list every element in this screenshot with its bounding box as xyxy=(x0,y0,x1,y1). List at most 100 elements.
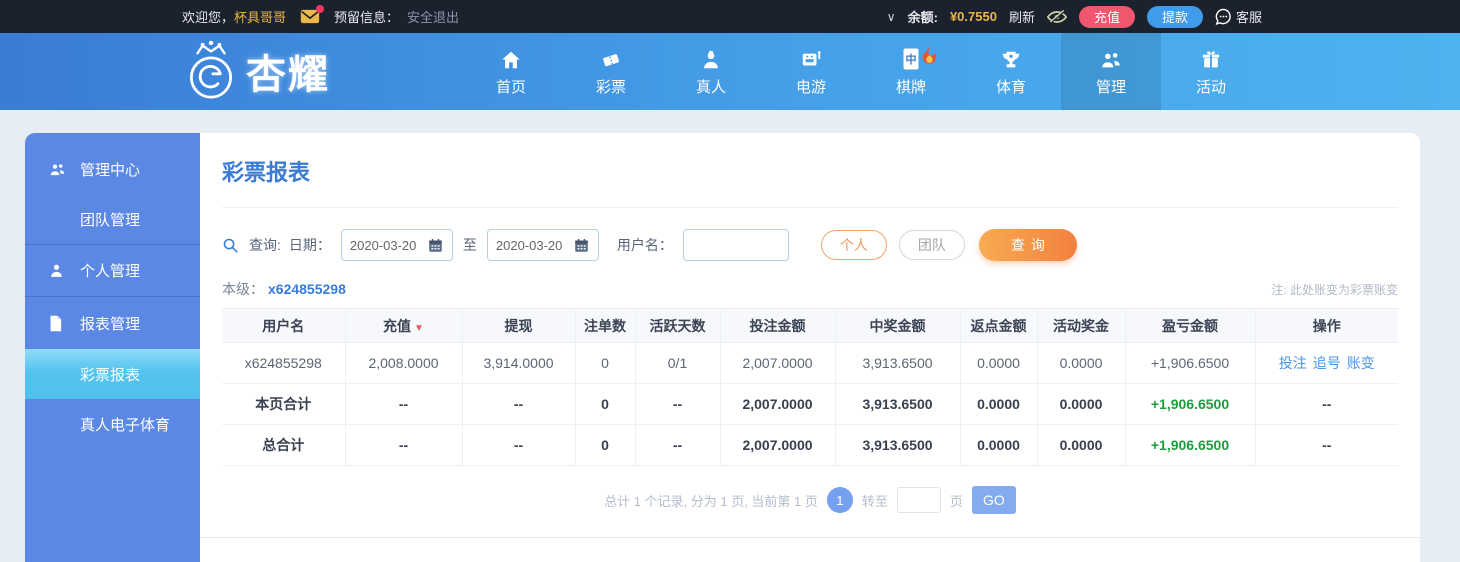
table-header-row: 用户名 充值 ▼ 提现 注单数 活跃天数 投注金额 中奖金额 返点金额 活动奖金 … xyxy=(222,308,1398,343)
mail-icon[interactable] xyxy=(300,5,325,24)
calendar-icon[interactable] xyxy=(574,238,589,253)
sort-desc-icon: ▼ xyxy=(414,322,424,334)
team-filter-button[interactable]: 团队 xyxy=(898,230,965,260)
cell-active-days: 0/1 xyxy=(634,342,720,384)
pagination-summary: 总计 1 个记录, 分为 1 页, 当前第 1 页 xyxy=(604,493,818,509)
search-icon xyxy=(222,237,239,254)
cell: 0.0000 xyxy=(959,424,1037,466)
nav-item-lottery[interactable]: 彩票 xyxy=(561,33,661,110)
pagination: 总计 1 个记录, 分为 1 页, 当前第 1 页 1 转至 页 GO xyxy=(222,486,1398,514)
sidebar-item-personal-manage[interactable]: 个人管理 xyxy=(25,245,200,297)
date-to-field[interactable] xyxy=(486,229,599,261)
balance-label: 余额: xyxy=(907,10,938,25)
slot-machine-icon xyxy=(799,47,823,71)
username-label: 用户名： xyxy=(616,237,673,253)
ticket-icon xyxy=(599,47,623,71)
cell: 2,007.0000 xyxy=(719,424,835,466)
cell: -- xyxy=(344,383,462,425)
cell-rebate: 0.0000 xyxy=(959,342,1037,384)
chase-number-link[interactable]: 追号 xyxy=(1313,355,1341,371)
sidebar-item-label: 管理中心 xyxy=(80,161,141,179)
date-from-field[interactable] xyxy=(340,229,453,261)
refresh-link[interactable]: 刷新 xyxy=(1009,7,1035,26)
table-row-user: x624855298 2,008.0000 3,914.0000 0 0/1 2… xyxy=(222,342,1398,384)
nav-item-label: 彩票 xyxy=(595,78,626,96)
account-change-link[interactable]: 账变 xyxy=(1347,355,1375,371)
goto-label: 转至 xyxy=(861,493,888,509)
cell-label: 本页合计 xyxy=(222,383,345,425)
flame-icon xyxy=(921,45,938,64)
search-button[interactable]: 查询 xyxy=(978,229,1077,261)
nav-item-manage[interactable]: 管理 xyxy=(1061,33,1161,110)
sidebar-item-manage-center[interactable]: 管理中心 xyxy=(25,143,200,195)
goto-page-input[interactable] xyxy=(896,487,941,513)
sidebar-item-label: 彩票报表 xyxy=(80,366,141,384)
balance-value: ¥0.7550 xyxy=(949,9,997,24)
cell-username: x624855298 xyxy=(222,342,345,384)
cell: -- xyxy=(634,424,720,466)
cell: 0 xyxy=(574,424,635,466)
nav-item-boardgames[interactable]: 中 棋牌 xyxy=(861,33,961,110)
top-bar-left: 欢迎您， 杯具哥哥 预留信息： 安全退出 xyxy=(182,5,459,26)
nav-item-live[interactable]: 真人 xyxy=(661,33,761,110)
nav-item-home[interactable]: 首页 xyxy=(461,33,561,110)
eye-slash-icon[interactable] xyxy=(1046,9,1067,24)
cell: 2,007.0000 xyxy=(719,383,835,425)
username[interactable]: 杯具哥哥 xyxy=(234,7,286,26)
cell-win-amount: 3,913.6500 xyxy=(834,342,960,384)
account-change-note: 注: 此处账变为彩票账变 xyxy=(1271,282,1398,297)
svg-text:中: 中 xyxy=(906,52,917,66)
nav-item-label: 真人 xyxy=(695,78,726,96)
chevron-down-icon[interactable]: ∨ xyxy=(887,10,896,24)
content-card: 彩票报表 查询: 日期： 至 用户名： 个人 团队 查询 本级： x624855… xyxy=(200,133,1420,562)
customer-service-link[interactable]: 客服 xyxy=(1215,7,1262,26)
header-rebate-amount: 返点金额 xyxy=(959,308,1037,343)
calendar-icon[interactable] xyxy=(428,238,443,253)
cell: 3,913.6500 xyxy=(834,424,960,466)
sidebar-item-team-manage[interactable]: 团队管理 xyxy=(25,195,200,245)
date-label: 日期： xyxy=(288,237,331,253)
nav-item-label: 体育 xyxy=(995,78,1026,96)
cell-operations: 投注 追号 账变 xyxy=(1254,342,1398,384)
sidebar-item-live-esports[interactable]: 真人电子体育 xyxy=(25,399,200,449)
mahjong-icon: 中 xyxy=(901,47,921,71)
logout-link[interactable]: 安全退出 xyxy=(407,7,459,26)
date-to-input[interactable] xyxy=(495,237,574,253)
nav-item-activity[interactable]: 活动 xyxy=(1161,33,1261,110)
cell: 0 xyxy=(574,383,635,425)
top-bar: 欢迎您， 杯具哥哥 预留信息： 安全退出 ∨ 余额: ¥0.7550 刷新 充值 … xyxy=(0,0,1460,33)
sidebar-item-label: 真人电子体育 xyxy=(80,416,171,434)
sidebar-item-label: 报表管理 xyxy=(80,315,141,333)
document-icon xyxy=(48,315,68,332)
logo[interactable]: 杏耀 xyxy=(182,39,330,103)
date-from-input[interactable] xyxy=(349,237,428,253)
withdraw-button[interactable]: 提款 xyxy=(1146,5,1203,28)
divider xyxy=(222,207,1398,208)
username-input[interactable] xyxy=(682,229,789,261)
header-deposit-sort[interactable]: 充值 ▼ xyxy=(344,308,462,343)
nav-item-sports[interactable]: 体育 xyxy=(961,33,1061,110)
notification-dot xyxy=(316,5,325,13)
deposit-button[interactable]: 充值 xyxy=(1078,5,1135,28)
table-row-page-total: 本页合计 -- -- 0 -- 2,007.0000 3,913.6500 0.… xyxy=(222,383,1398,425)
nav-item-label: 电游 xyxy=(795,78,826,96)
top-bar-right: ∨ 余额: ¥0.7550 刷新 充值 提款 客服 xyxy=(887,5,1262,28)
go-button[interactable]: GO xyxy=(971,486,1016,514)
personal-filter-button[interactable]: 个人 xyxy=(820,230,887,260)
page-title: 彩票报表 xyxy=(222,160,311,185)
divider xyxy=(200,537,1420,538)
nav-items: 首页 彩票 真人 电游 中 棋牌 体育 管理 活动 xyxy=(461,33,1261,110)
report-table: 用户名 充值 ▼ 提现 注单数 活跃天数 投注金额 中奖金额 返点金额 活动奖金 … xyxy=(222,308,1398,466)
gift-icon xyxy=(1200,47,1222,71)
sidebar-item-label: 团队管理 xyxy=(80,212,141,229)
header-profit-loss: 盈亏金额 xyxy=(1124,308,1255,343)
chat-bubble-icon xyxy=(1215,8,1231,25)
level-account-link[interactable]: x624855298 xyxy=(268,281,346,297)
sidebar-item-report-manage[interactable]: 报表管理 xyxy=(25,297,200,349)
bet-detail-link[interactable]: 投注 xyxy=(1279,355,1307,371)
nav-item-egames[interactable]: 电游 xyxy=(761,33,861,110)
page-number-button[interactable]: 1 xyxy=(826,487,853,513)
main-nav: 杏耀 首页 彩票 真人 电游 中 棋牌 体育 管理 活动 xyxy=(0,33,1460,110)
sidebar-item-lottery-report[interactable]: 彩票报表 xyxy=(25,349,200,399)
cell: -- xyxy=(634,383,720,425)
